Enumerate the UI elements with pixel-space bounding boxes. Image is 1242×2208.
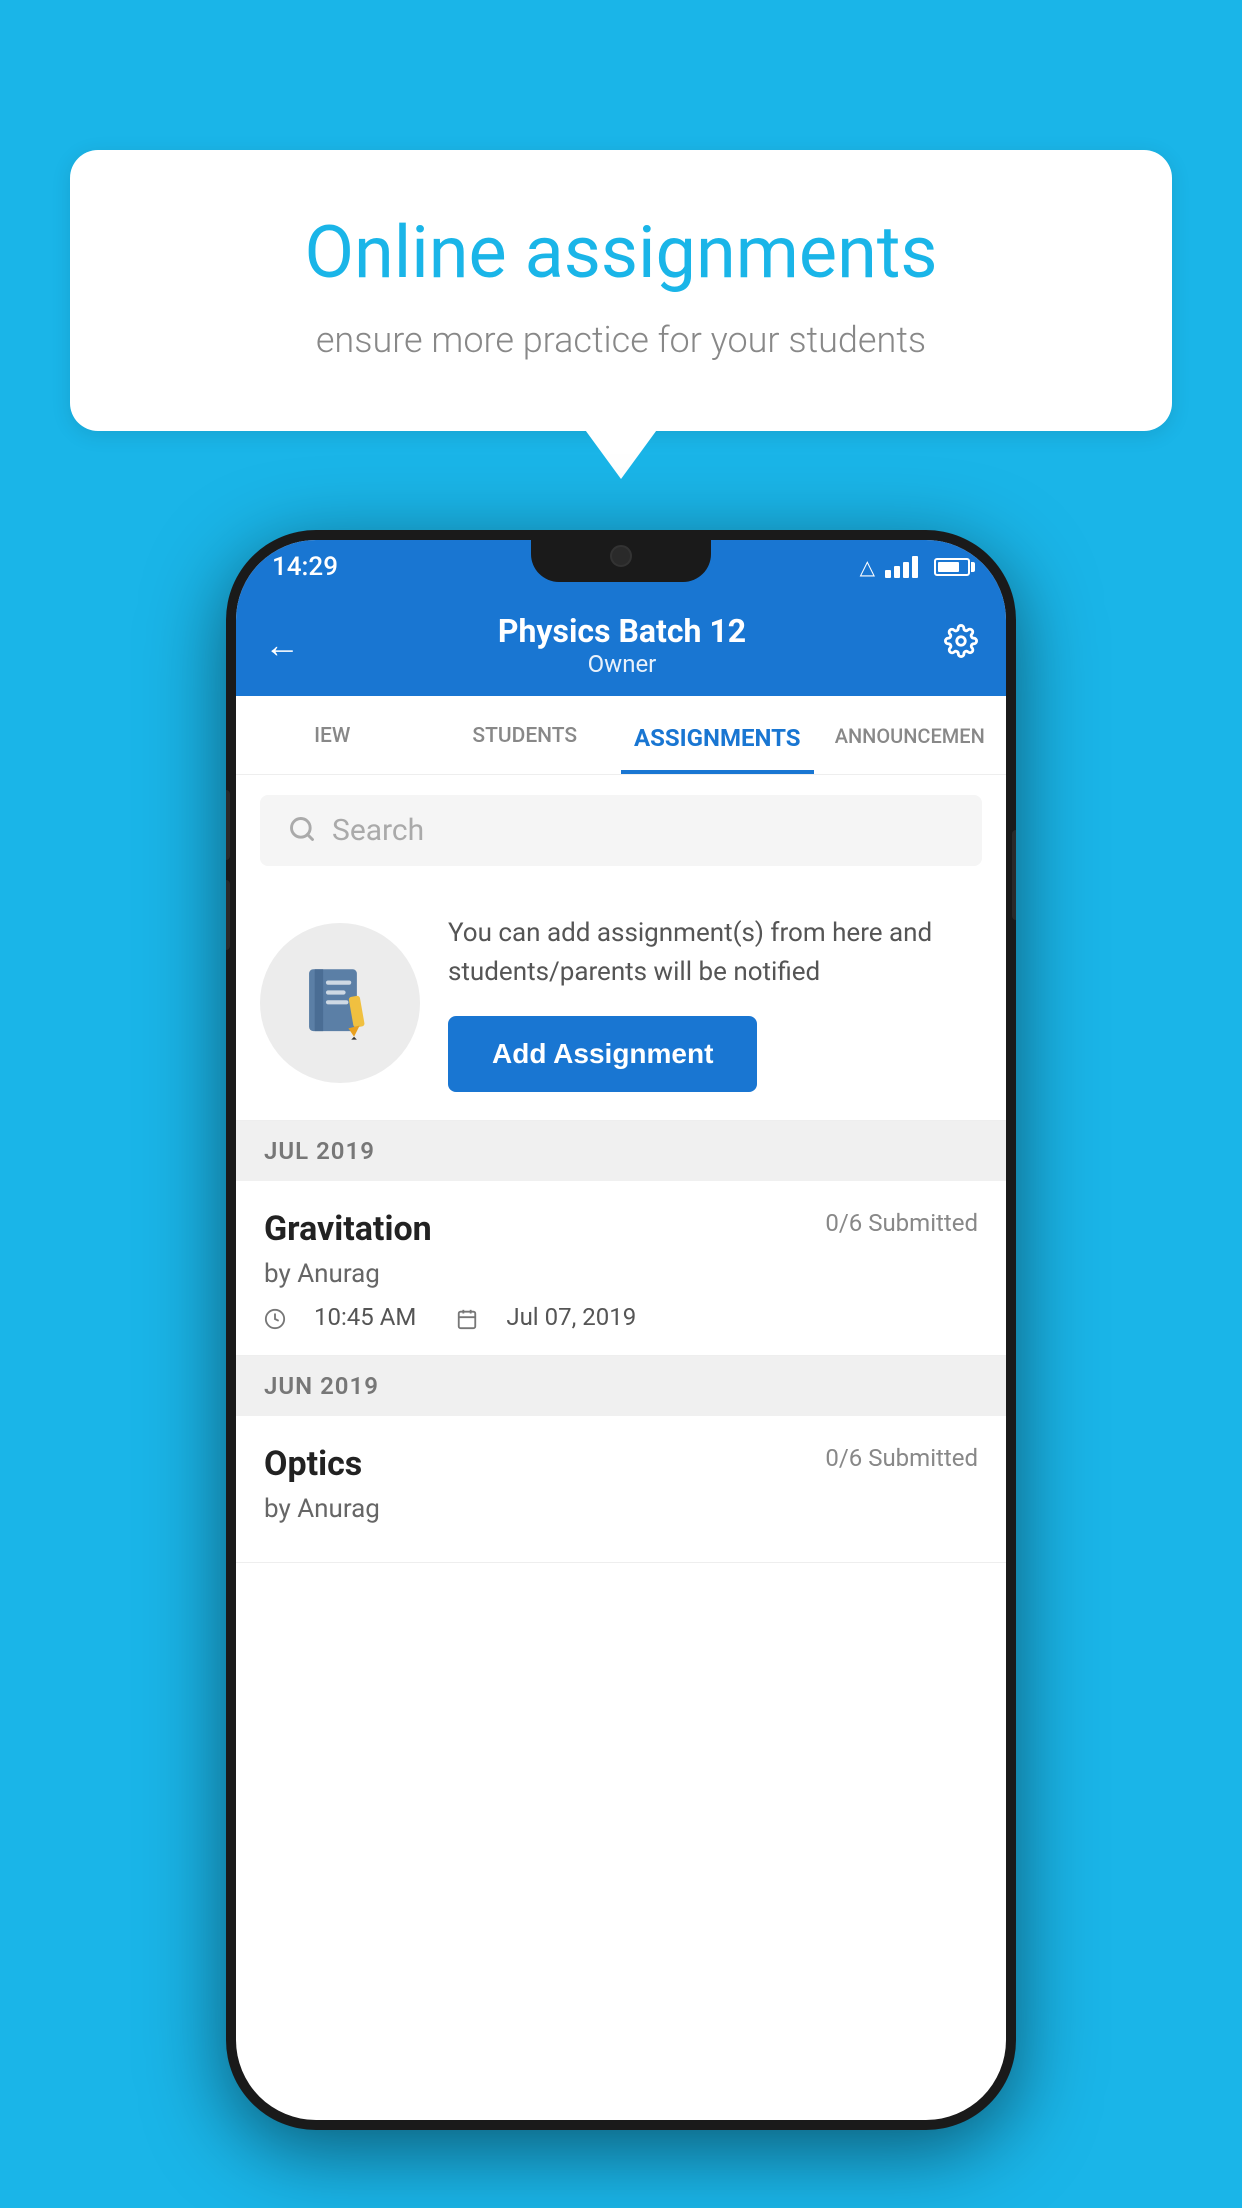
volume-down-button [226,880,230,950]
status-time: 14:29 [272,552,338,582]
header-title-group: Physics Batch 12 Owner [498,612,746,678]
tab-students[interactable]: STUDENTS [429,696,622,774]
app-header: ← Physics Batch 12 Owner [236,594,1006,696]
clock-icon [264,1303,290,1331]
signal-icon [885,556,918,578]
assignment-icon-circle [260,923,420,1083]
speech-bubble-subtitle: ensure more practice for your students [150,319,1092,361]
assignment-item-gravitation[interactable]: Gravitation 0/6 Submitted by Anurag 10:4… [236,1181,1006,1356]
promo-text-group: You can add assignment(s) from here and … [448,914,982,1092]
assignment-submitted: 0/6 Submitted [825,1209,978,1237]
assignment-meta: 10:45 AM Jul 07, 2019 [264,1303,978,1331]
search-icon [288,815,316,847]
search-bar-wrapper: Search [236,775,1006,886]
promo-description: You can add assignment(s) from here and … [448,914,982,992]
power-button [1012,830,1016,920]
month-divider-jun: JUN 2019 [236,1356,1006,1416]
tab-announcements[interactable]: ANNOUNCEMEN [814,696,1007,774]
assignment-time: 10:45 AM [314,1303,416,1331]
speech-bubble-title: Online assignments [150,210,1092,295]
speech-bubble: Online assignments ensure more practice … [70,150,1172,431]
tab-assignments[interactable]: ASSIGNMENTS [621,696,814,774]
assignment-row-top: Gravitation 0/6 Submitted [264,1209,978,1249]
phone-camera [610,545,632,567]
assignment-item-optics[interactable]: Optics 0/6 Submitted by Anurag [236,1416,1006,1563]
add-assignment-promo: You can add assignment(s) from here and … [236,886,1006,1121]
assignment-date: Jul 07, 2019 [506,1303,636,1331]
assignment-by: by Anurag [264,1259,978,1289]
back-button[interactable]: ← [264,624,300,666]
add-assignment-button[interactable]: Add Assignment [448,1016,757,1092]
batch-role: Owner [498,650,746,678]
month-divider-jul: JUL 2019 [236,1121,1006,1181]
tabs-bar: IEW STUDENTS ASSIGNMENTS ANNOUNCEMEN [236,696,1006,775]
phone-notch [531,530,711,582]
batch-title: Physics Batch 12 [498,612,746,650]
phone-screen: 14:29 △ ← Physics Batch [236,540,1006,2120]
status-icons: △ [860,555,970,579]
battery-icon [934,558,970,576]
calendar-icon [456,1303,482,1331]
search-placeholder: Search [332,813,424,848]
search-bar[interactable]: Search [260,795,982,866]
wifi-icon: △ [860,555,875,579]
assignment-row-top-optics: Optics 0/6 Submitted [264,1444,978,1484]
assignment-submitted-optics: 0/6 Submitted [825,1444,978,1472]
tab-iew[interactable]: IEW [236,696,429,774]
assignment-name-optics: Optics [264,1444,362,1484]
assignment-name: Gravitation [264,1209,432,1249]
settings-button[interactable] [944,624,978,667]
phone-frame: 14:29 △ ← Physics Batch [226,530,1016,2130]
speech-bubble-container: Online assignments ensure more practice … [70,150,1172,431]
assignment-by-optics: by Anurag [264,1494,978,1524]
volume-up-button [226,790,230,860]
